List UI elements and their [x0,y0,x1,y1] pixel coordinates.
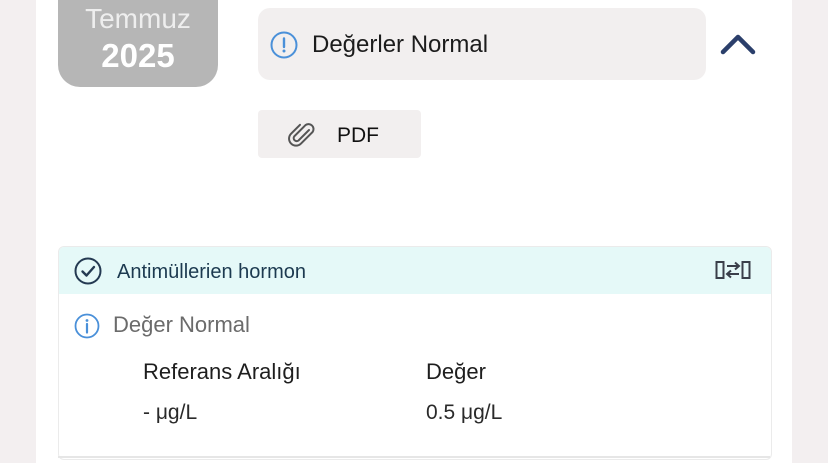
check-circle-icon [74,257,102,285]
result-status-text: Değer Normal [113,312,250,337]
test-name: Antimüllerien hormon [117,261,306,283]
date-year: 2025 [101,37,175,74]
divider [58,456,770,458]
value-header: Değer [426,359,486,384]
pdf-button-label: PDF [337,124,379,147]
test-result-header[interactable]: Antimüllerien hormon [59,247,771,294]
date-badge: Temmuz 2025 [58,0,218,87]
result-value: 0.5 μg/L [426,401,503,424]
chevron-up-icon[interactable] [718,30,758,58]
reference-range-header: Referans Aralığı [143,359,301,384]
paperclip-icon [288,123,315,147]
date-month: Temmuz [85,3,191,34]
info-circle-icon [74,313,100,339]
compare-arrows-icon[interactable] [715,258,751,282]
pdf-button[interactable]: PDF [258,110,421,158]
status-summary-text: Değerler Normal [312,31,489,58]
reference-range-value: - μg/L [143,401,198,424]
test-result-card: Antimüllerien hormon Değer Normal Refera… [58,246,772,460]
info-circle-icon [270,31,298,59]
status-summary[interactable]: Değerler Normal [258,8,706,80]
results-card: Temmuz 2025 Değerler Normal PDF Antimüll… [36,0,792,463]
